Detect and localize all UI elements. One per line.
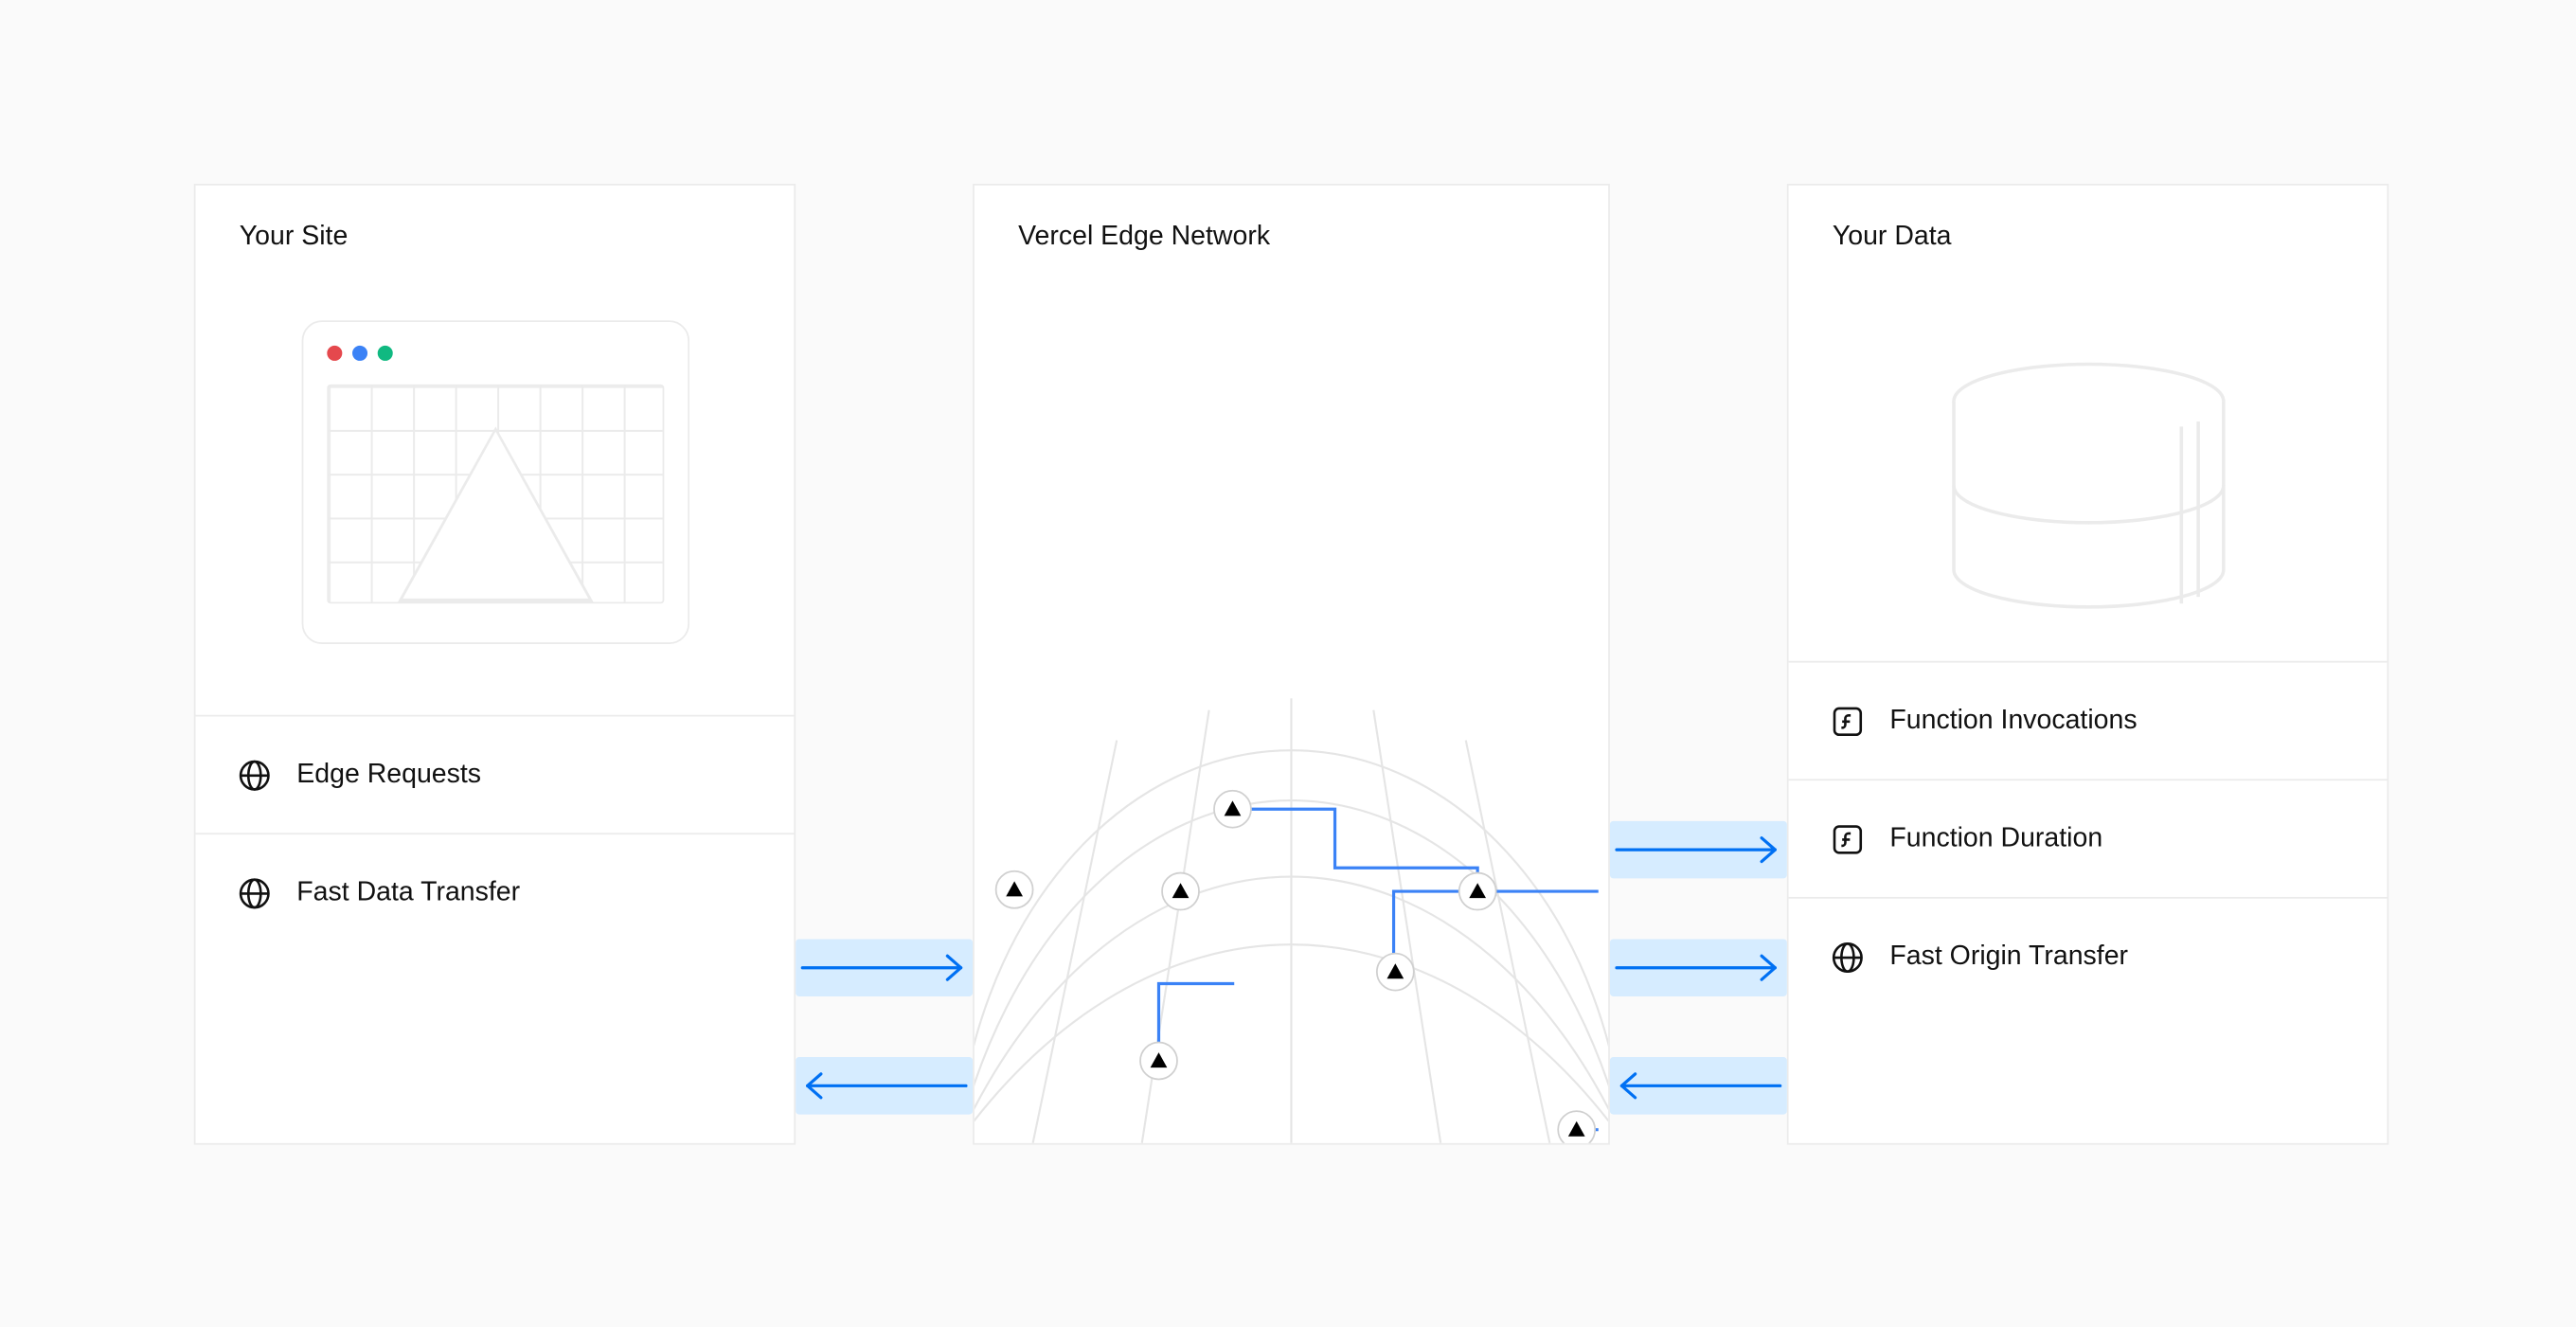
fast-data-transfer-label: Fast Data Transfer — [296, 877, 520, 907]
your-data-title: Your Data — [1789, 186, 2388, 290]
function-icon — [1829, 702, 1866, 739]
function-invocations-row: Function Invocations — [1789, 661, 2388, 780]
your-data-card: Your Data Function Invocations — [1787, 184, 2388, 1145]
fast-origin-transfer-row: Fast Origin Transfer — [1789, 897, 2388, 1015]
arrow-right-icon — [796, 939, 973, 996]
fast-data-transfer-row: Fast Data Transfer — [195, 833, 794, 951]
edge-network-card: Vercel Edge Network — [973, 184, 1610, 1145]
globe-icon — [1829, 939, 1866, 976]
arrow-right-icon — [1610, 821, 1787, 879]
edge-node-icon — [996, 791, 1596, 1143]
arrow-left-icon — [1610, 1057, 1787, 1115]
database-cylinder-icon — [1927, 350, 2247, 620]
arrow-left-icon — [796, 1057, 973, 1115]
globe-icon — [236, 756, 273, 793]
arrow-right-icon — [1610, 939, 1787, 996]
your-site-card: Your Site Edge Requests Fast Data Transf… — [194, 184, 796, 1145]
edge-requests-row: Edge Requests — [195, 715, 794, 834]
your-site-title: Your Site — [195, 186, 794, 290]
edge-requests-label: Edge Requests — [296, 760, 481, 790]
browser-window-illustration — [301, 320, 689, 644]
function-duration-label: Function Duration — [1889, 824, 2102, 854]
function-invocations-label: Function Invocations — [1889, 706, 2137, 736]
edge-network-title: Vercel Edge Network — [975, 186, 1608, 290]
traffic-lights-icon — [326, 346, 663, 361]
triangle-logo-icon — [397, 426, 592, 601]
function-duration-row: Function Duration — [1789, 779, 2388, 897]
diagram-canvas: Your Site Edge Requests Fast Data Transf… — [0, 0, 2576, 1327]
site-grid-icon — [326, 385, 663, 603]
globe-illustration — [975, 404, 1608, 1143]
function-icon — [1829, 820, 1866, 857]
fast-origin-transfer-label: Fast Origin Transfer — [1889, 941, 2128, 972]
globe-icon — [236, 874, 273, 911]
